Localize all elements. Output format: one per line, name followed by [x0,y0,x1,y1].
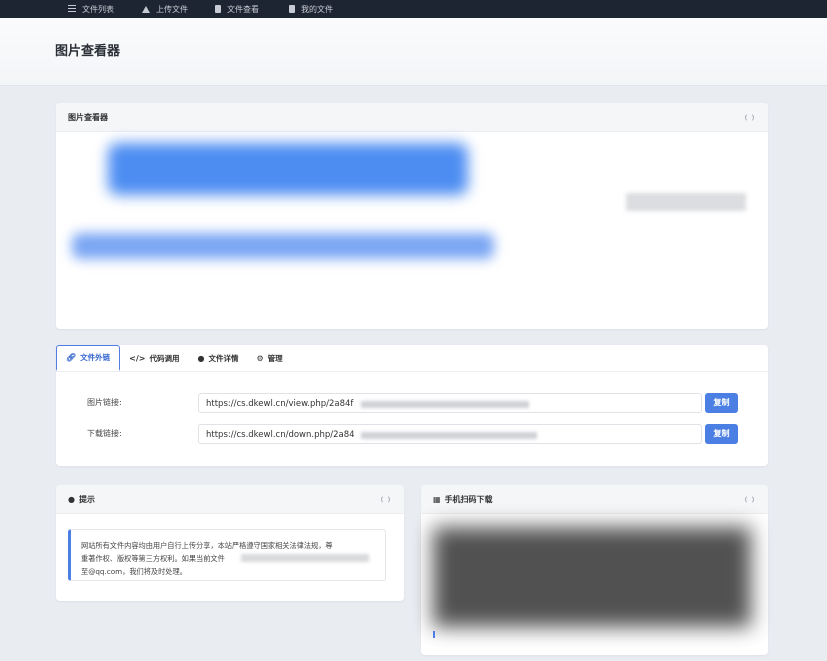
page-title: 图片查看器 [55,44,121,59]
tab-details[interactable]: ● 文件详情 [188,345,247,371]
qr-code-image [433,527,751,627]
tab-label: 管理 [267,353,283,363]
redaction-mask [361,432,537,439]
nav-item-label: 文件列表 [82,4,114,14]
refresh-icon[interactable] [745,113,754,122]
nav-item-file-list[interactable]: 文件列表 [68,0,114,18]
notice-text: 网站所有文件内容均由用户自行上传分享，本站严格遵守国家相关法律法规，尊 重著作权… [68,529,386,581]
list-icon [68,5,76,13]
image-link-row: 图片链接: https://cs.dkewl.cn/view.php/2a84f… [56,393,768,415]
top-nav: 文件列表 上传文件 文件查看 我的文件 [0,0,827,18]
tab-manage[interactable]: ⚙ 管理 [247,345,291,371]
nav-item-label: 文件查看 [227,4,259,14]
download-link-label: 下载链接: [87,429,122,438]
refresh-icon[interactable] [745,495,754,504]
tab-bar: 🔗︎ 文件外链 </> 代码调用 ● 文件详情 ⚙ 管理 [56,345,768,372]
copy-image-link-button[interactable]: 复制 [705,393,738,413]
code-icon: </> [129,353,146,363]
card-header: ● 提示 [56,485,404,514]
notice-line: 网站所有文件内容均由用户自行上传分享，本站严格遵守国家相关法律法规，尊 [81,541,333,550]
redaction-mask [361,401,529,408]
nav-item-upload[interactable]: 上传文件 [142,0,188,18]
card-header: 图片查看器 [56,103,768,132]
card-header: ▦ 手机扫码下载 [421,485,768,514]
tab-label: 文件外链 [80,353,111,362]
image-link-field[interactable]: https://cs.dkewl.cn/view.php/2a84f [198,393,702,413]
qr-card: ▦ 手机扫码下载 [421,485,768,655]
gear-icon: ⚙ [256,353,264,363]
nav-item-label: 上传文件 [156,4,188,14]
notice-line: 至@qq.com，我们将及时处理。 [81,567,187,576]
card-title: 提示 [78,494,95,504]
card-title: 图片查看器 [68,112,108,122]
tab-label: 代码调用 [149,353,180,363]
info-icon: ● [197,353,205,363]
file-icon [215,5,221,13]
image-link-label: 图片链接: [87,398,122,407]
image-viewer-card: 图片查看器 [56,103,768,329]
refresh-icon[interactable] [381,495,390,504]
card-title: 手机扫码下载 [444,494,493,504]
tab-label: 文件详情 [208,353,239,363]
preview-image [108,143,468,195]
tab-file-links[interactable]: 🔗︎ 文件外链 [56,345,121,371]
tab-code[interactable]: </> 代码调用 [120,345,188,371]
info-icon: ● [68,494,75,504]
page-header: 图片查看器 [0,18,827,86]
redaction-mask [241,554,369,562]
accent-bar [433,631,435,638]
redacted-text [626,193,746,211]
qr-icon: ▦ [433,494,441,504]
download-link-value: https://cs.dkewl.cn/down.php/2a84 [206,430,355,440]
copy-download-link-button[interactable]: 复制 [705,424,738,444]
file-icon [289,5,295,13]
link-icon: 🔗︎ [66,353,77,362]
preview-image-caption [72,233,494,259]
nav-item-my-files[interactable]: 我的文件 [289,0,333,18]
nav-item-view[interactable]: 文件查看 [215,0,259,18]
download-link-row: 下载链接: https://cs.dkewl.cn/down.php/2a84 … [56,424,768,446]
upload-icon [142,5,150,13]
notice-card: ● 提示 网站所有文件内容均由用户自行上传分享，本站严格遵守国家相关法律法规，尊… [56,485,404,601]
nav-item-label: 我的文件 [301,4,333,14]
download-link-field[interactable]: https://cs.dkewl.cn/down.php/2a84 [198,424,702,444]
image-link-value: https://cs.dkewl.cn/view.php/2a84f [206,399,354,409]
file-links-card: 🔗︎ 文件外链 </> 代码调用 ● 文件详情 ⚙ 管理 图片链接: https… [56,345,768,466]
